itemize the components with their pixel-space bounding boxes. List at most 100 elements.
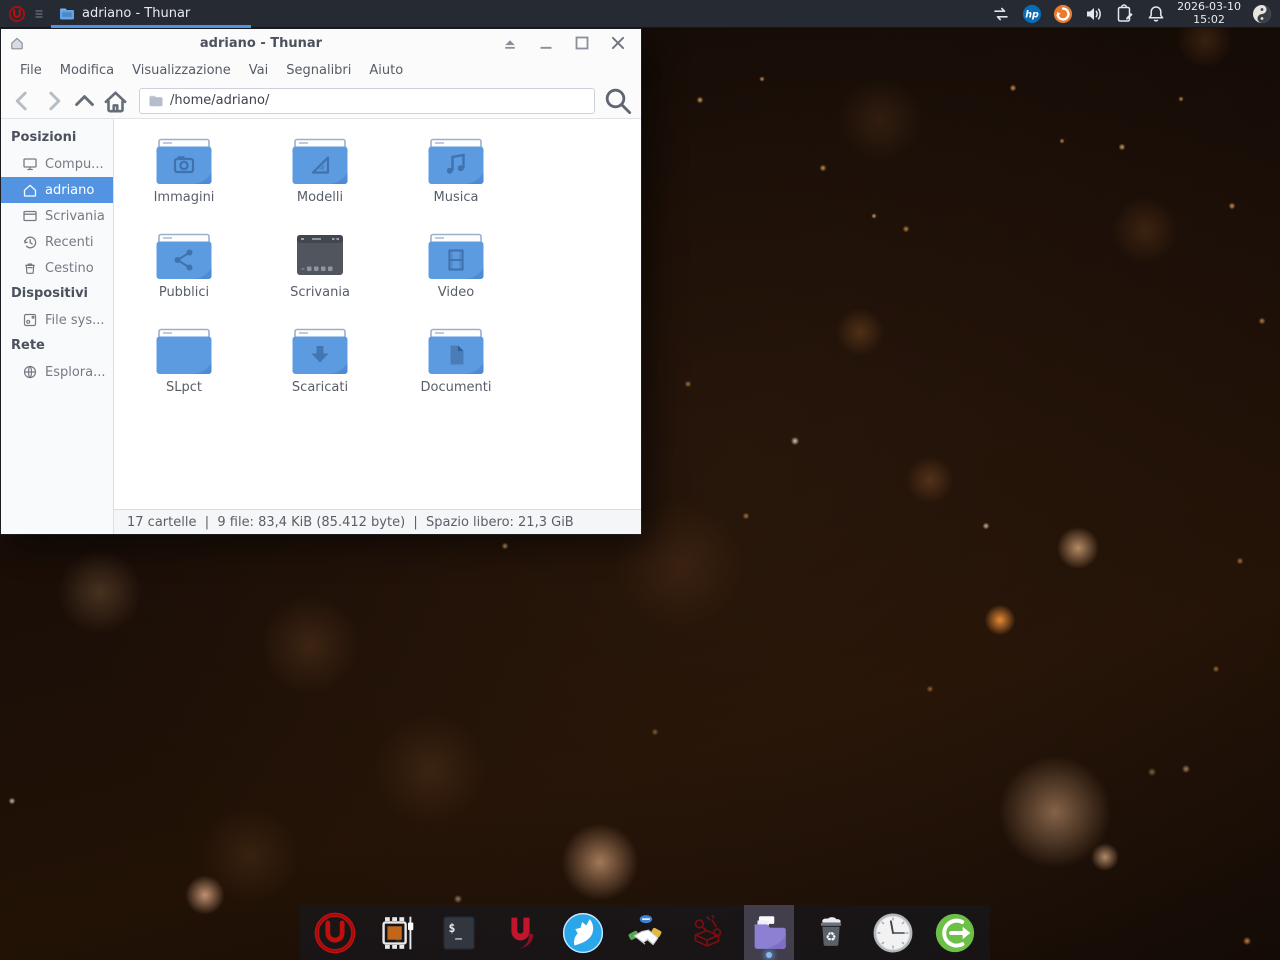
dock-librewolf-browser[interactable] [558, 905, 608, 960]
sidebar-item-label: Scrivania [45, 209, 105, 224]
applications-menu-icon[interactable] [8, 5, 26, 23]
sidebar-item-scrivania[interactable]: Scrivania [1, 203, 113, 229]
folder-label: Documenti [421, 380, 492, 395]
menubar: FileModificaVisualizzazioneVaiSegnalibri… [1, 57, 641, 83]
top-panel: adriano - Thunar hp 2026-03-10 15:02 [0, 0, 1280, 28]
forward-button[interactable] [38, 87, 69, 115]
thunar-window: adriano - Thunar FileModificaVisualizzaz… [0, 28, 642, 535]
sidebar-item-recenti[interactable]: Recenti [1, 229, 113, 255]
sidebar-item-label: Esplora... [45, 365, 106, 380]
dock-video-editor[interactable] [372, 905, 422, 960]
folder-label: SLpct [166, 380, 202, 395]
search-button[interactable] [601, 86, 635, 116]
sidebar-item-label: File sys... [45, 313, 105, 328]
dock-file-manager[interactable] [744, 905, 794, 960]
dock-handshake-app[interactable] [620, 905, 670, 960]
close-button[interactable] [605, 32, 631, 54]
dock-toolbox-app[interactable] [682, 905, 732, 960]
up-button[interactable] [69, 87, 100, 115]
shade-button[interactable] [497, 32, 523, 54]
folder-pubblici[interactable]: Pubblici [116, 230, 252, 325]
folder-immagini[interactable]: Immagini [116, 135, 252, 230]
desktop-folder-icon [288, 230, 352, 280]
sidebar-item-esplora[interactable]: Esplora... [1, 359, 113, 385]
minimize-button[interactable] [533, 32, 559, 54]
taskbar-window-label: adriano - Thunar [82, 6, 190, 21]
dock-distro-logo[interactable] [310, 905, 360, 960]
svg-text:♻: ♻ [825, 929, 836, 944]
update-icon[interactable] [1053, 4, 1073, 24]
sidebar-section-posizioni: Posizioni [1, 125, 113, 151]
sidebar-item-adriano[interactable]: adriano [1, 177, 113, 203]
clock-time: 15:02 [1177, 14, 1241, 27]
window-icon [9, 35, 25, 51]
file-manager-icon [746, 910, 792, 956]
titlebar[interactable]: adriano - Thunar [1, 29, 641, 57]
active-task-underline [51, 25, 251, 28]
terminal-icon: $_ [436, 910, 482, 956]
folder-label: Scaricati [292, 380, 348, 395]
taskbar-window-button[interactable]: adriano - Thunar [51, 0, 251, 28]
desktop: adriano - Thunar hp 2026-03-10 15:02 adr… [0, 0, 1280, 960]
logout-icon [932, 910, 978, 956]
dock-trash-bin[interactable]: ♻ [806, 905, 856, 960]
bell-icon[interactable] [1146, 4, 1166, 24]
panel-clock[interactable]: 2026-03-10 15:02 [1177, 1, 1241, 26]
sync-arrows-icon[interactable] [991, 4, 1011, 24]
menu-visualizzazione[interactable]: Visualizzazione [123, 59, 240, 82]
window-folder-icon [59, 6, 75, 22]
dock-u-downloader[interactable] [496, 905, 546, 960]
menu-segnalibri[interactable]: Segnalibri [277, 59, 360, 82]
sidebar-item-cestino[interactable]: Cestino [1, 255, 113, 281]
menu-file[interactable]: File [11, 59, 51, 82]
plain-folder-icon [152, 325, 216, 375]
status-text: 17 cartelle | 9 file: 83,4 KiB (85.412 b… [127, 515, 574, 530]
desktop-icon [22, 208, 38, 224]
network-icon [22, 364, 38, 380]
toolbox-app-icon [684, 910, 730, 956]
sidebar-item-filesys[interactable]: File sys... [1, 307, 113, 333]
path-bar[interactable]: /home/adriano/ [139, 88, 595, 114]
setsquare-folder-icon [288, 135, 352, 185]
back-button[interactable] [7, 87, 38, 115]
clock-date: 2026-03-10 [1177, 1, 1241, 14]
panel-handle-icon [33, 7, 45, 21]
music-folder-icon [424, 135, 488, 185]
svg-text:_: _ [455, 925, 462, 940]
menu-modifica[interactable]: Modifica [51, 59, 123, 82]
clipboard-icon[interactable] [1115, 4, 1135, 24]
path-text: /home/adriano/ [170, 93, 269, 108]
dock-terminal[interactable]: $_ [434, 905, 484, 960]
folder-musica[interactable]: Musica [388, 135, 524, 230]
sidebar-item-label: adriano [45, 183, 94, 198]
sidebar: PosizioniCompu... adriano Scrivania Recenti… [1, 119, 114, 534]
sidebar-item-compu[interactable]: Compu... [1, 151, 113, 177]
folder-documenti[interactable]: Documenti [388, 325, 524, 420]
folder-label: Video [438, 285, 474, 300]
folder-video[interactable]: Video [388, 230, 524, 325]
home-button[interactable] [100, 87, 131, 115]
menu-aiuto[interactable]: Aiuto [360, 59, 412, 82]
librewolf-browser-icon [560, 910, 606, 956]
folder-scaricati[interactable]: Scaricati [252, 325, 388, 420]
folder-slpct[interactable]: SLpct [116, 325, 252, 420]
u-downloader-icon [498, 910, 544, 956]
share-folder-icon [152, 230, 216, 280]
folder-label: Scrivania [290, 285, 350, 300]
dock-clock-app[interactable] [868, 905, 918, 960]
file-grid: ImmaginiModelliMusica Pubblici Scrivania Vi… [114, 119, 641, 509]
path-folder-icon [148, 93, 164, 109]
drive-icon [22, 312, 38, 328]
folder-modelli[interactable]: Modelli [252, 135, 388, 230]
hp-icon[interactable]: hp [1022, 4, 1042, 24]
sidebar-section-rete: Rete [1, 333, 113, 359]
clock-app-icon [870, 910, 916, 956]
maximize-button[interactable] [569, 32, 595, 54]
dock-logout[interactable] [930, 905, 980, 960]
menu-vai[interactable]: Vai [240, 59, 277, 82]
volume-icon[interactable] [1084, 4, 1104, 24]
distro-logo-icon [312, 910, 358, 956]
folder-scrivania[interactable]: Scrivania [252, 230, 388, 325]
yinyang-icon[interactable] [1252, 4, 1272, 24]
sidebar-item-label: Cestino [45, 261, 94, 276]
